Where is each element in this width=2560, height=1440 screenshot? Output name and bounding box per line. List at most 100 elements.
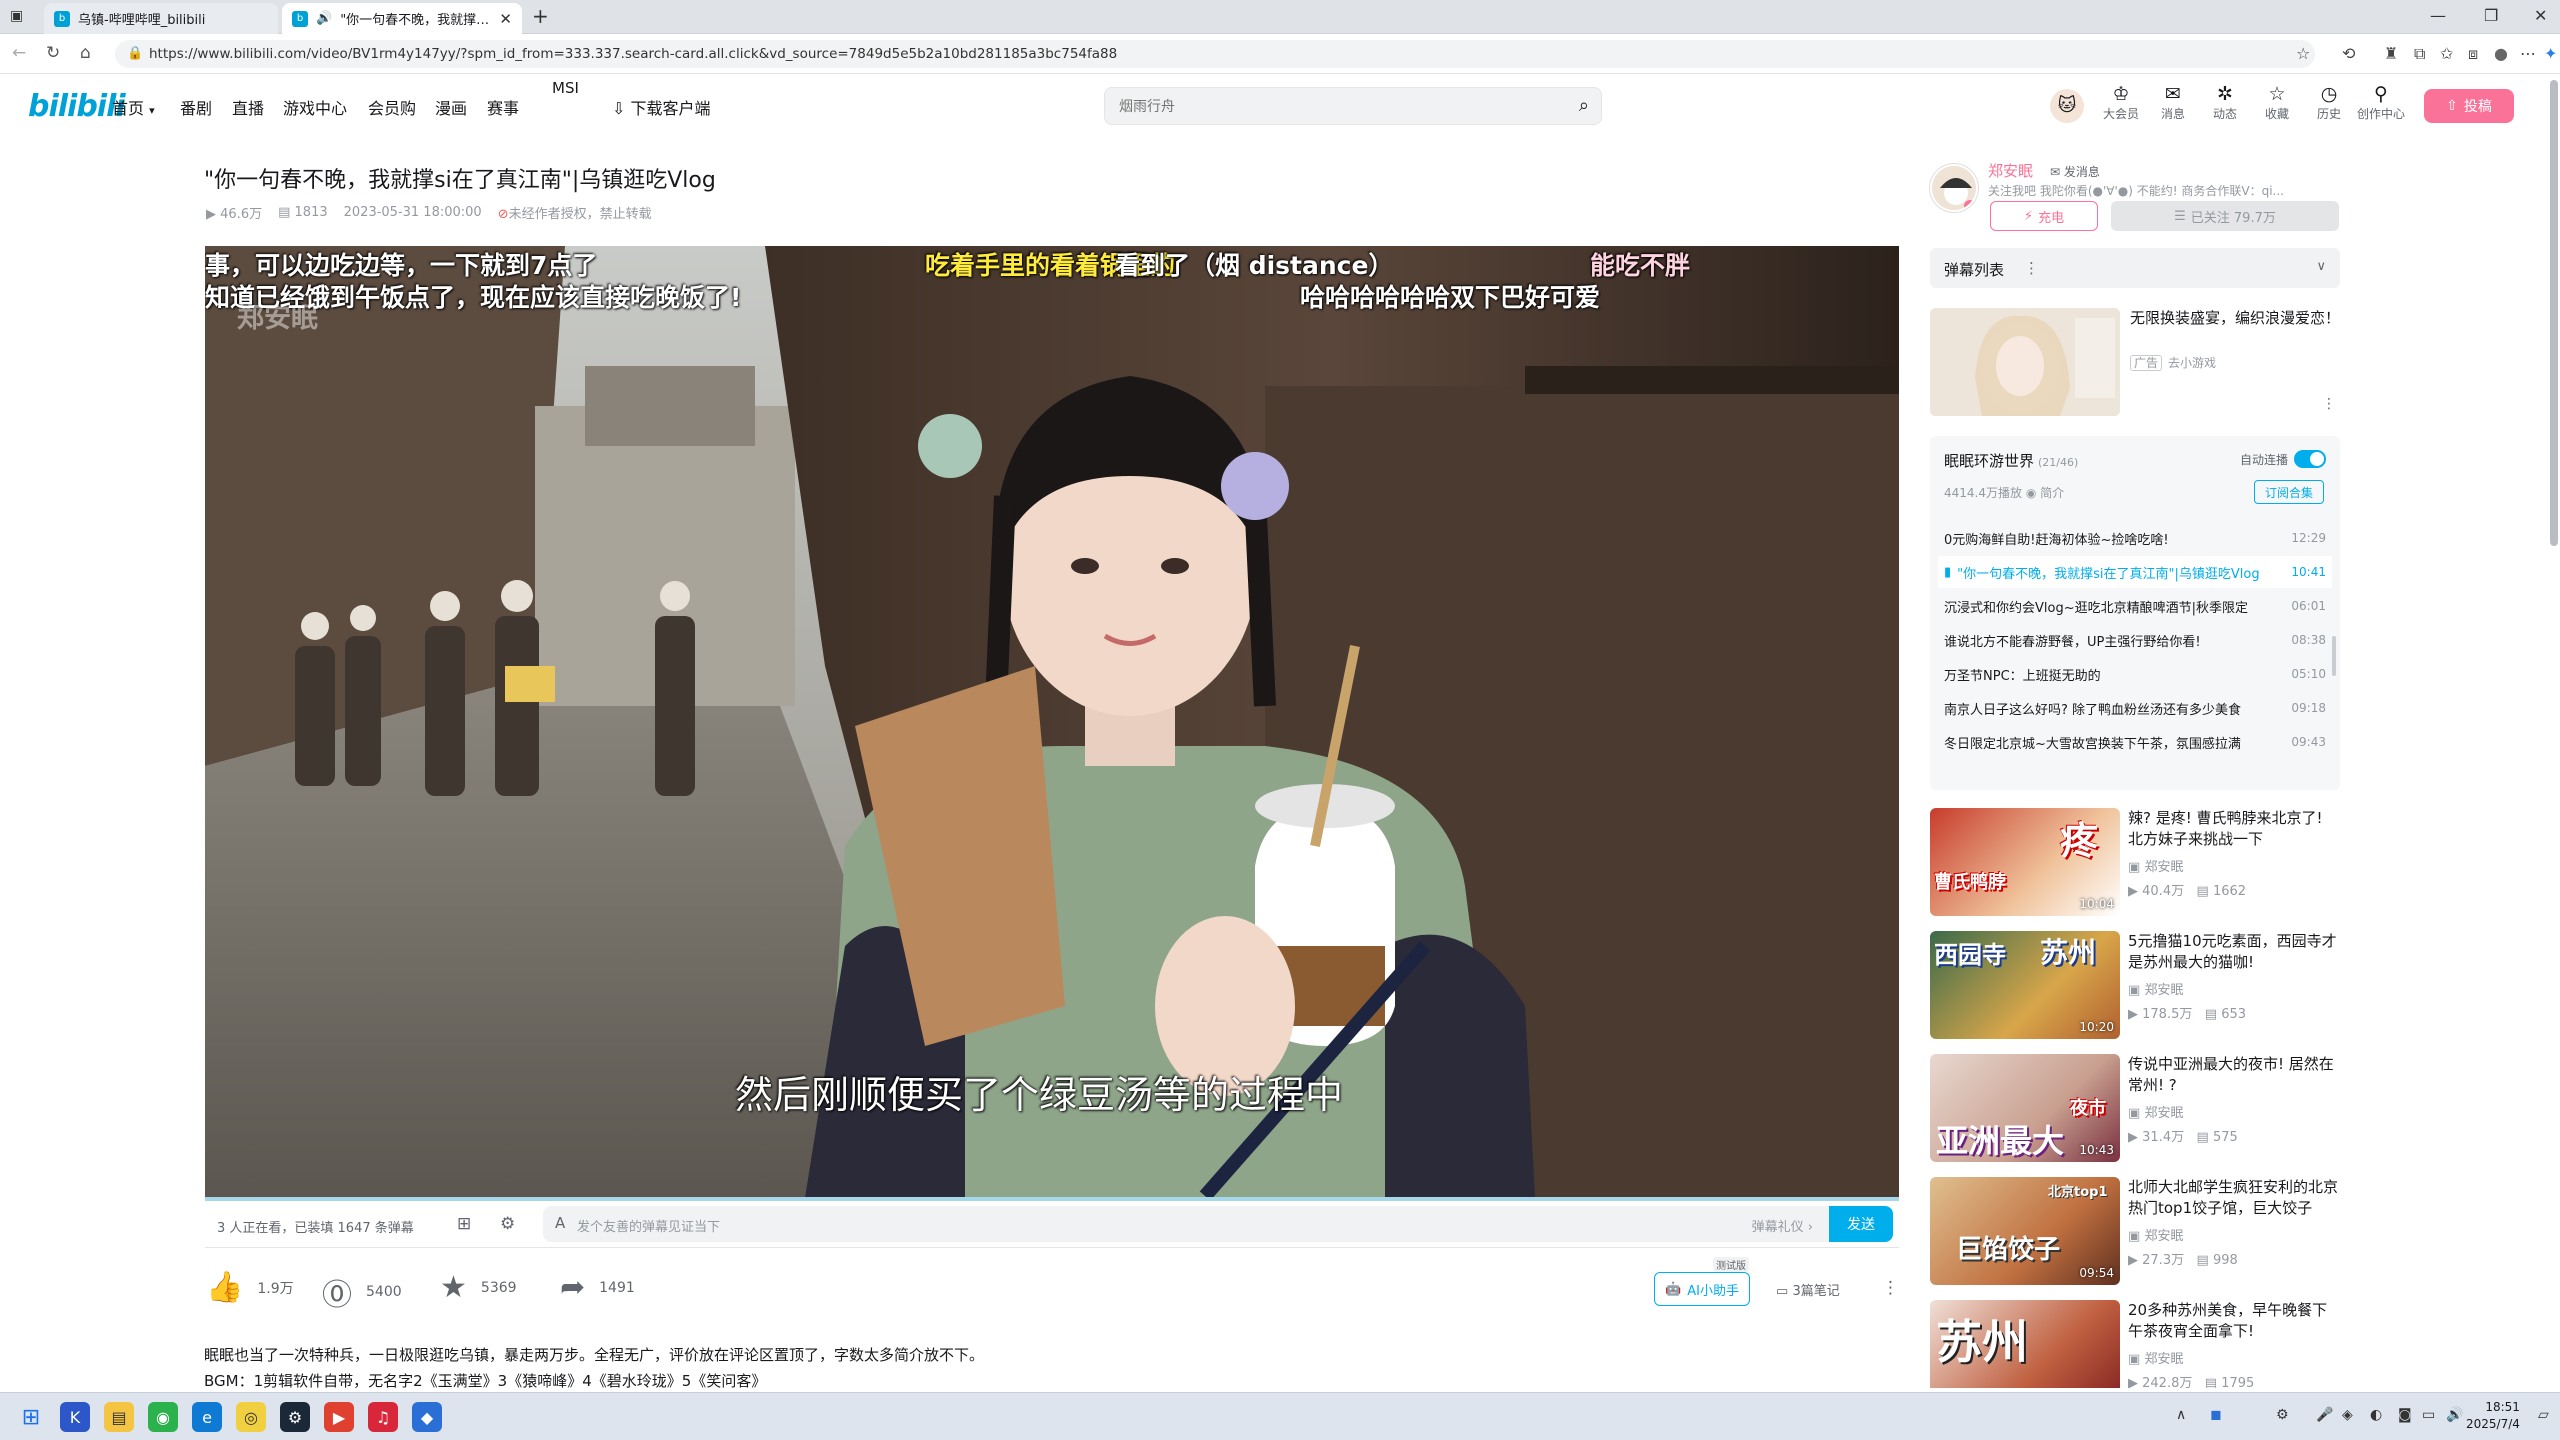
volume-icon[interactable]: 🔊: [2446, 1407, 2463, 1423]
split-icon[interactable]: ⧉: [2414, 44, 2425, 64]
font-style-icon[interactable]: A: [555, 1214, 565, 1232]
up-avatar[interactable]: [1930, 164, 1978, 212]
recommended-video[interactable]: 疼 曹氏鸭脖 10:04 辣? 是疼! 曹氏鸭脖来北京了! 北方妹子来挑战一下 …: [1930, 808, 2340, 916]
app-glasses-icon[interactable]: ◎: [236, 1402, 266, 1432]
tray-app-icon[interactable]: ◼: [2210, 1407, 2222, 1423]
header-vip[interactable]: ♔ 大会员: [2096, 83, 2146, 122]
nav-download-client[interactable]: ⇩ 下载客户端: [612, 95, 711, 119]
toggle-switch[interactable]: [2294, 450, 2326, 468]
netease-music-icon[interactable]: ♫: [368, 1402, 398, 1432]
close-window-icon[interactable]: ✕: [2534, 6, 2547, 25]
search-input[interactable]: [1119, 96, 1539, 118]
maximize-icon[interactable]: ❐: [2484, 6, 2498, 25]
tray-steam-icon[interactable]: ⚙: [2276, 1407, 2289, 1423]
recommended-video[interactable]: 苏州 西园寺 10:20 5元撸猫10元吃素面，西园寺才是苏州最大的猫咖! ▣ …: [1930, 931, 2340, 1039]
collections-icon[interactable]: ⧈: [2468, 44, 2478, 64]
close-tab-icon[interactable]: ✕: [499, 10, 512, 28]
nav-home[interactable]: 首页 ▾: [112, 95, 155, 119]
tray-app-icon[interactable]: ◈: [2342, 1407, 2353, 1423]
app-blue-icon[interactable]: ◆: [412, 1402, 442, 1432]
url-field[interactable]: 🔒 https://www.bilibili.com/video/BV1rm4y…: [115, 40, 2315, 68]
collection-title[interactable]: 眠眠环游世界 (21/46): [1944, 450, 2078, 471]
danmaku-input[interactable]: A 发个友善的弹幕见证当下 弹幕礼仪 › 发送: [543, 1206, 1893, 1242]
header-favorites[interactable]: ☆ 收藏: [2252, 83, 2302, 122]
collection-episode[interactable]: 沉浸式和你约会Vlog~逛吃北京精酿啤酒节|秋季限定 06:01: [1938, 590, 2332, 622]
bilibili-logo[interactable]: bilibili: [28, 89, 126, 124]
video-progress-bar[interactable]: [205, 1197, 1899, 1201]
new-tab-button[interactable]: +: [532, 4, 549, 28]
tray-expand-icon[interactable]: ∧: [2176, 1407, 2186, 1423]
subscribe-collection-button[interactable]: 订阅合集: [2254, 480, 2324, 504]
page-scrollbar[interactable]: [2550, 80, 2558, 546]
wechat-icon[interactable]: ◉: [148, 1402, 178, 1432]
collection-episode[interactable]: 万圣节NPC：上班挺无助的 05:10: [1938, 658, 2332, 690]
nav-mall[interactable]: 会员购: [368, 95, 416, 119]
search-icon[interactable]: ⌕: [1579, 95, 1589, 116]
nav-manga[interactable]: 漫画: [435, 95, 467, 119]
app-red-icon[interactable]: ▶: [324, 1402, 354, 1432]
nav-game-center[interactable]: 游戏中心: [283, 95, 347, 119]
recommended-video[interactable]: 苏州 20多种苏州美食，早午晚餐下午茶夜宵全面拿下! ▣ 郑安眠 ▶ 242.8…: [1930, 1300, 2340, 1388]
minimize-icon[interactable]: —: [2430, 6, 2446, 25]
tab-actions-icon[interactable]: ▣: [10, 8, 23, 24]
collection-episode-current[interactable]: ▮ "你一句春不晚，我就撑si在了真江南"|乌镇逛吃Vlog 10:41: [1938, 556, 2332, 588]
header-messages[interactable]: ✉ 消息: [2148, 83, 2198, 122]
collection-episode[interactable]: 谁说北方不能春游野餐，UP主强行野给你看! 08:38: [1938, 624, 2332, 656]
microphone-icon[interactable]: 🎤: [2316, 1407, 2333, 1423]
header-history[interactable]: ◷ 历史: [2304, 83, 2354, 122]
danmaku-settings-icon[interactable]: ⚙: [500, 1214, 515, 1234]
network-icon[interactable]: ▭: [2422, 1407, 2435, 1423]
up-name[interactable]: 郑安眠: [1988, 160, 2033, 181]
user-avatar[interactable]: 🐱: [2050, 89, 2084, 123]
recommended-video[interactable]: 巨馅饺子 北京top1 09:54 北师大北邮学生疯狂安利的北京热门top1饺子…: [1930, 1177, 2340, 1285]
danmaku-list-toggle[interactable]: 弹幕列表 ⋮ ∨: [1930, 248, 2340, 288]
kebab-icon[interactable]: ⋮: [2322, 396, 2336, 412]
collection-episode[interactable]: 南京人日子这么好吗? 除了鸭血粉丝汤还有多少美食 09:18: [1938, 692, 2332, 724]
kebab-icon[interactable]: ⋮: [2024, 259, 2039, 277]
edge-browser-icon[interactable]: e: [192, 1402, 222, 1432]
extension-2-icon[interactable]: ♜: [2384, 44, 2398, 63]
favorites-icon[interactable]: ✩: [2440, 44, 2453, 63]
autoplay-toggle[interactable]: 自动连播: [2240, 450, 2326, 468]
ai-helper-button[interactable]: 测试版 🤖 AI小助手: [1654, 1257, 1750, 1306]
danmaku-toggle-icon[interactable]: ⊞: [457, 1214, 471, 1234]
ad-card[interactable]: 无限换装盛宴，编织浪漫爱恋！ 广告 去小游戏 ⋮: [1930, 308, 2340, 416]
collection-episode[interactable]: 0元购海鲜自助!赶海初体验~捡啥吃啥! 12:29: [1938, 522, 2332, 554]
share-button[interactable]: ➦ 1491: [560, 1270, 635, 1305]
recommended-video[interactable]: 亚洲最大 夜市 10:43 传说中亚洲最大的夜市! 居然在常州! ? ▣ 郑安眠…: [1930, 1054, 2340, 1162]
tray-app-icon[interactable]: ◐: [2370, 1407, 2382, 1423]
favorite-button[interactable]: ★ 5369: [440, 1270, 517, 1305]
send-danmaku-button[interactable]: 发送: [1829, 1206, 1893, 1242]
file-explorer-icon[interactable]: ▤: [104, 1402, 134, 1432]
upload-button[interactable]: ⇧ 投稿: [2424, 89, 2514, 123]
notification-icon[interactable]: ▱: [2538, 1407, 2549, 1423]
back-icon[interactable]: ←: [12, 43, 26, 63]
app-k-icon[interactable]: K: [60, 1402, 90, 1432]
copilot-icon[interactable]: ✦: [2544, 44, 2557, 63]
tab-2[interactable]: b 🔊 "你一句春不晚，我就撑si在了真江南"|乌镇逛吃Vlog_哔哩哔哩_bi…: [282, 3, 522, 34]
nav-anime[interactable]: 番剧: [180, 95, 212, 119]
send-message-link[interactable]: ✉ 发消息: [2050, 163, 2100, 180]
video-player[interactable]: 事，可以边吃边等，一下就到7点了 知道已经饿到午饭点了，现在应该直接吃晚饭了! …: [205, 246, 1899, 1198]
profile-icon[interactable]: ●: [2494, 44, 2508, 63]
collection-episode[interactable]: 冬日限定北京城~大雪故宫换装下午茶，氛围感拉满 09:43: [1938, 726, 2332, 758]
coin-button[interactable]: ⓪ 5400: [322, 1270, 402, 1314]
notes-button[interactable]: ▭ 3篇笔记: [1776, 1280, 1840, 1299]
like-button[interactable]: 👍 1.9万: [206, 1270, 294, 1305]
more-icon[interactable]: ⋯: [2520, 44, 2536, 63]
follow-button[interactable]: ☰ 已关注 79.7万: [2111, 201, 2339, 231]
tray-app-icon[interactable]: ◙: [2398, 1407, 2412, 1423]
collection-scrollbar[interactable]: [2332, 636, 2336, 676]
start-button-icon[interactable]: ⊞: [16, 1402, 46, 1432]
nav-esports[interactable]: 赛事: [487, 95, 519, 119]
tab-1[interactable]: b 乌镇-哔哩哔哩_bilibili: [44, 3, 278, 34]
nav-msi[interactable]: MSI: [552, 79, 579, 97]
charge-button[interactable]: ⚡ 充电: [1990, 201, 2098, 231]
bookmark-star-icon[interactable]: ☆: [2296, 44, 2310, 63]
home-icon[interactable]: ⌂: [80, 43, 91, 63]
extension-icon[interactable]: ⟲: [2342, 44, 2355, 63]
danmaku-etiquette-link[interactable]: 弹幕礼仪 ›: [1752, 1216, 1813, 1235]
steam-icon[interactable]: ⚙: [280, 1402, 310, 1432]
header-creator-center[interactable]: ⚲ 创作中心: [2356, 83, 2406, 122]
more-options-icon[interactable]: ⋮: [1882, 1278, 1899, 1298]
